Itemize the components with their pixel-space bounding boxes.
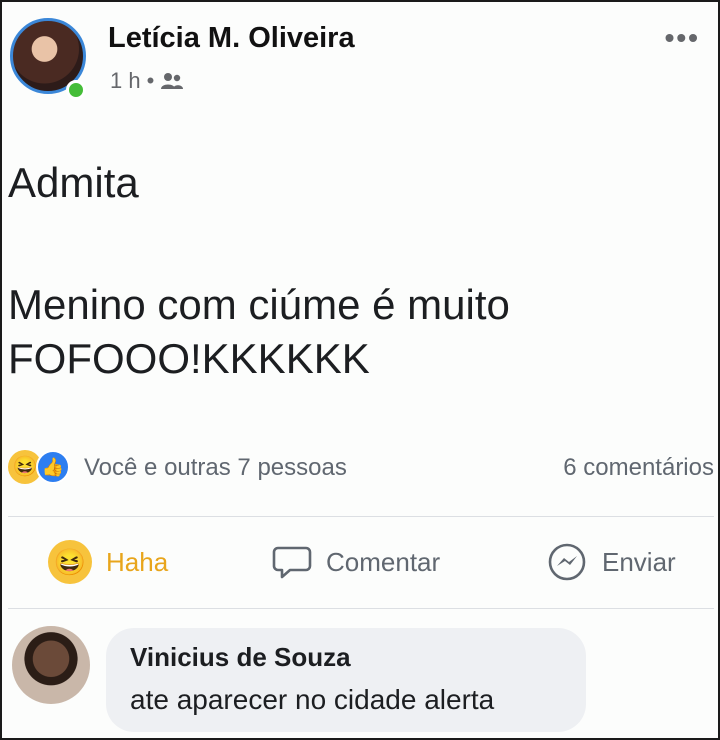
haha-icon: 😆 bbox=[48, 540, 92, 584]
post-text-line-2: Menino com ciúme é muito FOFOOO!KKKKKK bbox=[8, 281, 510, 382]
comment-label: Comentar bbox=[326, 546, 441, 577]
divider bbox=[8, 608, 714, 609]
meta-separator: • bbox=[146, 68, 155, 93]
comment-item: Vinicius de Souza ate aparecer no cidade… bbox=[2, 618, 718, 736]
reactions-bar: 😆 👍 Você e outras 7 pessoas 6 comentário… bbox=[8, 446, 714, 490]
reaction-summary[interactable]: Você e outras 7 pessoas bbox=[84, 454, 347, 482]
author-name[interactable]: Letícia M. Oliveira bbox=[108, 22, 355, 55]
commenter-avatar[interactable] bbox=[12, 626, 90, 704]
post-header: Letícia M. Oliveira 1 h • ••• bbox=[2, 2, 718, 122]
post-time[interactable]: 1 h bbox=[110, 68, 141, 94]
action-bar: 😆 Haha Comentar Enviar bbox=[2, 532, 718, 592]
divider bbox=[8, 516, 714, 517]
comments-count[interactable]: 6 comentários bbox=[563, 454, 714, 482]
comment-icon bbox=[272, 546, 312, 579]
haha-label: Haha bbox=[106, 546, 169, 577]
post-card: Letícia M. Oliveira 1 h • ••• Admita Men… bbox=[0, 0, 720, 740]
send-button[interactable]: Enviar bbox=[546, 532, 676, 592]
send-label: Enviar bbox=[602, 546, 676, 577]
comment-bubble[interactable]: Vinicius de Souza ate aparecer no cidade… bbox=[106, 628, 586, 732]
comment-button[interactable]: Comentar bbox=[272, 532, 440, 592]
online-status-icon bbox=[66, 80, 86, 100]
messenger-icon bbox=[548, 543, 586, 581]
comment-text: ate aparecer no cidade alerta bbox=[130, 684, 495, 715]
post-meta: 1 h • bbox=[110, 68, 184, 94]
post-text-line-1: Admita bbox=[8, 159, 139, 206]
reaction-icons[interactable]: 😆 👍 bbox=[8, 450, 78, 484]
more-options-icon[interactable]: ••• bbox=[665, 22, 700, 54]
friends-icon[interactable] bbox=[160, 72, 184, 90]
haha-button[interactable]: 😆 Haha bbox=[48, 532, 168, 592]
like-icon: 👍 bbox=[36, 450, 70, 484]
commenter-name[interactable]: Vinicius de Souza bbox=[130, 642, 351, 673]
